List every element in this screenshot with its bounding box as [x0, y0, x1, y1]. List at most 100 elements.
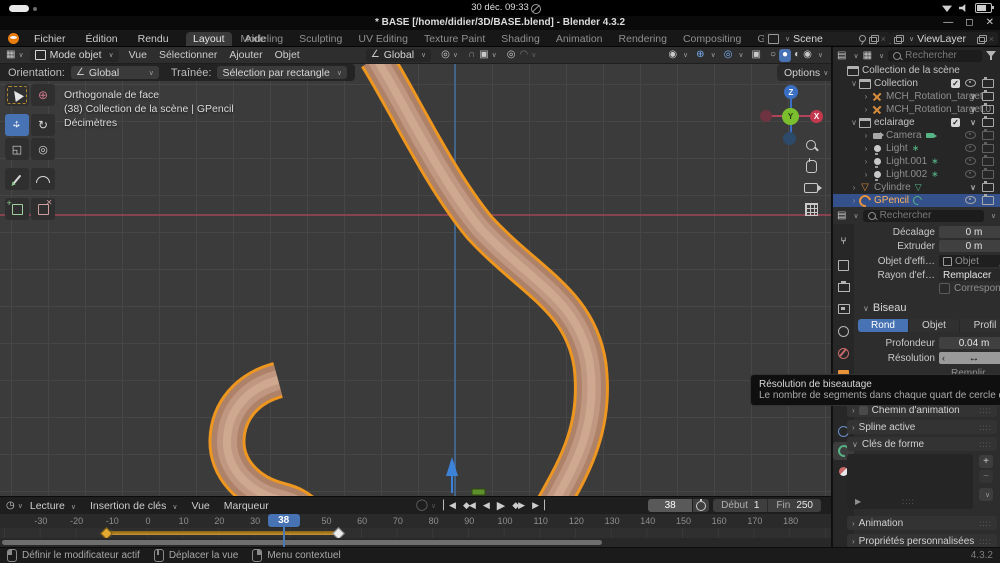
options-dropdown[interactable]: Options ∨	[777, 64, 831, 81]
workspace-tab-compositing[interactable]: Compositing	[676, 32, 748, 46]
expand-icon[interactable]: ∨	[849, 79, 859, 88]
viewport-menu-vue[interactable]: Vue	[123, 49, 153, 61]
expand-icon[interactable]: ›	[849, 183, 859, 192]
menu-rendu[interactable]: Rendu	[130, 33, 177, 45]
zoom-icon[interactable]	[806, 140, 816, 150]
chevron-down-icon[interactable]: ∨	[853, 212, 858, 220]
chevron-down-icon[interactable]: ∨	[683, 51, 688, 59]
outliner-row-eclairage[interactable]: ∨eclairage✓∨	[833, 116, 1000, 129]
exclude-checkbox[interactable]: ✓	[951, 118, 960, 127]
viewlayer-name[interactable]: ViewLayer	[917, 33, 966, 45]
hide-eye-toggle[interactable]: ∨	[970, 105, 976, 114]
minimize-button[interactable]: —	[943, 17, 953, 28]
workspace-tab-sculpting[interactable]: Sculpting	[292, 32, 349, 46]
object-name[interactable]: MCH_Rotation_target	[886, 91, 983, 102]
shading-solid-active[interactable]: ●	[779, 49, 791, 62]
chevron-down-icon[interactable]: ∨	[818, 51, 823, 59]
unlink-scene-icon[interactable]: ×	[881, 34, 886, 44]
timeline-scrollbar[interactable]	[0, 538, 831, 547]
transform-orientation-dropdown[interactable]: ∠ Global ∨	[366, 49, 431, 62]
chevron-down-icon[interactable]: ∨	[785, 35, 790, 43]
current-frame-field[interactable]: 38	[648, 499, 692, 512]
hide-eye-toggle[interactable]	[965, 196, 976, 204]
scene-name[interactable]: Scene	[793, 33, 823, 45]
chevron-down-icon[interactable]: ∨	[492, 51, 497, 59]
maximize-button[interactable]: ◻	[965, 17, 973, 28]
hide-eye-toggle[interactable]: ∨	[970, 92, 976, 101]
tab-output[interactable]	[833, 278, 854, 296]
bevel-section-header[interactable]: ∨ Biseau	[863, 302, 907, 314]
expand-icon[interactable]: ›	[861, 144, 871, 153]
snap-magnet-icon[interactable]: ∩	[468, 50, 475, 60]
chevron-down-icon[interactable]: ∨	[879, 52, 884, 60]
viewlayer-selector[interactable]: ∨ ViewLayer ×	[890, 32, 998, 45]
frame-start-field[interactable]: Début1	[713, 499, 767, 512]
filter-icon[interactable]	[986, 51, 996, 60]
section-custom-properties[interactable]: › Propriétés personnalisées ::::	[847, 534, 997, 548]
checkbox[interactable]	[859, 406, 868, 415]
menu-fichier[interactable]: Fichier	[26, 33, 74, 45]
tool-measure[interactable]	[31, 168, 55, 190]
tool-move[interactable]: ↔↕	[5, 114, 29, 136]
gizmo-axis-x[interactable]: X	[810, 110, 823, 123]
gizmos-icon[interactable]: ⊕	[696, 50, 704, 60]
grip-icon[interactable]: ::::	[979, 519, 992, 528]
new-viewlayer-icon[interactable]	[977, 35, 986, 43]
shading-material-icon[interactable]: ◐	[794, 50, 800, 60]
chevron-down-icon[interactable]: ∨	[853, 52, 858, 60]
drag-mode-dropdown[interactable]: Sélection par rectangle ∨	[217, 66, 347, 79]
falloff-curve-icon[interactable]: ◠	[520, 50, 529, 60]
remove-viewlayer-icon[interactable]: ×	[989, 34, 994, 44]
disable-render-toggle[interactable]	[982, 170, 994, 179]
section-active-spline[interactable]: › Spline active ::::	[847, 420, 997, 434]
gizmo-axis-negz[interactable]	[783, 132, 796, 145]
workspace-tab-layout[interactable]: Layout	[186, 32, 232, 46]
disable-render-toggle[interactable]	[982, 105, 994, 114]
object-name[interactable]: Collection	[874, 78, 918, 89]
gizmo-axis-z[interactable]: Z	[784, 85, 798, 99]
new-scene-icon[interactable]	[869, 35, 878, 43]
object-name[interactable]: Collection de la scène	[862, 65, 960, 76]
play-icon[interactable]: ▶	[855, 497, 861, 506]
xray-toggle-icon[interactable]: ▣	[752, 50, 761, 60]
shading-wireframe-icon[interactable]: ○	[770, 50, 776, 60]
jump-to-start-button[interactable]: ▏◀	[440, 500, 458, 511]
volume-icon[interactable]	[959, 4, 968, 12]
outliner-row-cylindre[interactable]: ›▽Cylindre▽∨	[833, 181, 1000, 194]
next-keyframe-button[interactable]: ◆▶	[509, 500, 527, 511]
outliner-row-mch-rotation-target[interactable]: ›MCH_Rotation_target∨	[833, 90, 1000, 103]
object-name[interactable]: Cylindre	[874, 182, 911, 193]
disable-render-toggle[interactable]	[982, 79, 994, 88]
hide-eye-toggle[interactable]	[965, 144, 976, 152]
object-name[interactable]: eclairage	[874, 117, 915, 128]
expand-icon[interactable]: ∨	[849, 118, 859, 127]
tool-rotate[interactable]: ↻	[31, 114, 55, 136]
workspace-tab-uv-editing[interactable]: UV Editing	[351, 32, 415, 46]
gpencil-curve-hook[interactable]	[227, 380, 308, 496]
add-shape-key-button[interactable]: +	[979, 455, 993, 468]
outliner-row-camera[interactable]: ›Camera	[833, 129, 1000, 142]
object-visibility-icon[interactable]: ◉	[668, 50, 677, 60]
disable-render-toggle[interactable]	[982, 131, 994, 140]
outliner-row-mch-rotation-target-0[interactable]: ›MCH_Rotation_target.0∨	[833, 103, 1000, 116]
play-button[interactable]: ▶	[494, 499, 507, 512]
disable-render-toggle[interactable]	[982, 196, 994, 205]
tool-cursor[interactable]: ⊕	[31, 84, 55, 106]
tool-scale[interactable]: ◱	[5, 138, 29, 160]
disable-render-toggle[interactable]	[982, 144, 994, 153]
scene-selector[interactable]: ∨ Scene ×	[764, 32, 890, 45]
hide-eye-toggle[interactable]: ∨	[970, 183, 976, 192]
perspective-grid-icon[interactable]	[805, 203, 818, 216]
hide-eye-toggle[interactable]	[965, 79, 976, 87]
outliner-row-collection[interactable]: ∨Collection✓	[833, 77, 1000, 90]
tab-object[interactable]: Objet	[909, 319, 960, 332]
outliner-row-light[interactable]: ›Light∗	[833, 142, 1000, 155]
viewport-menu-objet[interactable]: Objet	[269, 49, 306, 61]
tab-scene[interactable]	[833, 322, 854, 340]
pivot-point-icon[interactable]: ◎	[441, 50, 450, 60]
tab-world[interactable]	[833, 344, 854, 362]
pin-icon[interactable]	[859, 35, 866, 42]
object-name[interactable]: Light	[886, 143, 908, 154]
extrude-field[interactable]: 0 m	[939, 240, 1000, 252]
expand-icon[interactable]: ›	[849, 196, 859, 205]
